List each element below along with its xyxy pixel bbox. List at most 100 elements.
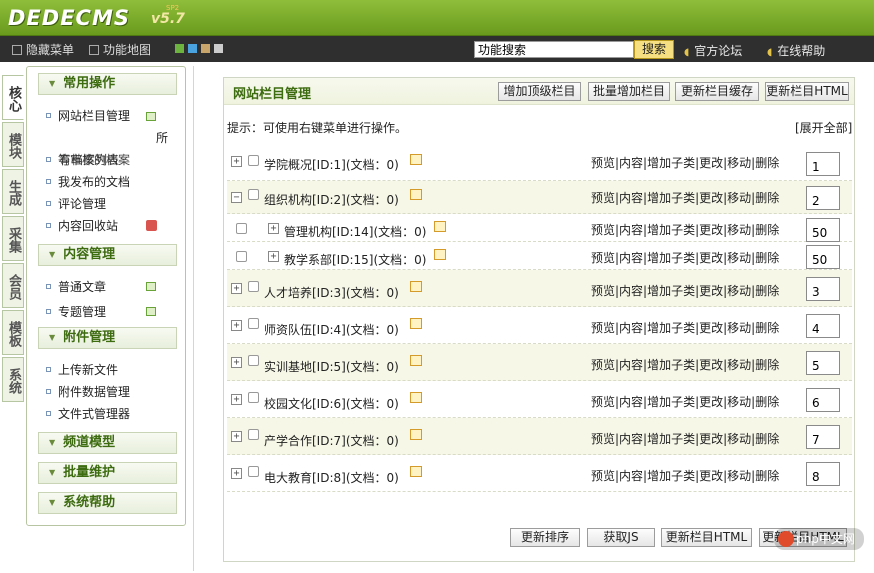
edit-icon[interactable] — [410, 154, 422, 165]
sidebar-item-article[interactable]: 普通文章 — [46, 278, 106, 295]
skin-swatch-brown[interactable] — [201, 44, 210, 53]
expand-icon[interactable]: + — [231, 468, 242, 479]
edit-icon[interactable] — [434, 221, 446, 232]
hide-menu-button[interactable]: 隐藏菜单 — [12, 41, 74, 58]
column-name[interactable]: 组织机构[ID:2](文档：0) — [264, 191, 399, 208]
function-search-input[interactable] — [474, 41, 634, 58]
expand-icon[interactable]: + — [231, 431, 242, 442]
column-name[interactable]: 实训基地[ID:5](文档：0) — [264, 358, 399, 375]
tab-templates[interactable]: 模板 — [2, 310, 24, 355]
row-actions[interactable]: 预览|内容|增加子类|更改|移动|删除 — [591, 467, 779, 484]
sidebar-item-file-manager[interactable]: 文件式管理器 — [46, 405, 130, 422]
tab-members[interactable]: 会员 — [2, 263, 24, 308]
expand-icon[interactable]: + — [231, 156, 242, 167]
sort-order-input[interactable]: 50 — [806, 245, 840, 269]
expand-icon[interactable]: + — [231, 357, 242, 368]
edit-icon[interactable] — [410, 466, 422, 477]
expand-icon[interactable]: + — [268, 223, 279, 234]
sidebar-item-column-manage[interactable]: 网站栏目管理 — [46, 107, 130, 124]
row-checkbox[interactable] — [248, 189, 259, 200]
official-forum-link[interactable]: ◖ 官方论坛 — [684, 42, 742, 59]
function-map-button[interactable]: 功能地图 — [89, 41, 151, 58]
row-actions[interactable]: 预览|内容|增加子类|更改|移动|删除 — [591, 249, 779, 266]
edit-icon[interactable] — [410, 429, 422, 440]
column-name[interactable]: 学院概况[ID:1](文档：0) — [264, 156, 399, 173]
column-name[interactable]: 电大教育[ID:8](文档：0) — [264, 469, 399, 486]
edit-icon[interactable] — [410, 189, 422, 200]
row-actions[interactable]: 预览|内容|增加子类|更改|移动|删除 — [591, 393, 779, 410]
row-checkbox[interactable] — [248, 318, 259, 329]
group-attachments[interactable]: ▼ 附件管理 — [38, 327, 177, 349]
row-checkbox[interactable] — [248, 355, 259, 366]
update-html-button[interactable]: 更新栏目HTML — [661, 528, 752, 547]
expand-icon[interactable]: + — [268, 251, 279, 262]
row-actions[interactable]: 预览|内容|增加子类|更改|移动|删除 — [591, 189, 779, 206]
column-name[interactable]: 管理机构[ID:14](文档：0) — [284, 223, 426, 240]
add-top-column-button[interactable]: 增加顶级栏目 — [498, 82, 581, 101]
row-actions[interactable]: 预览|内容|增加子类|更改|移动|删除 — [591, 154, 779, 171]
add-icon[interactable] — [146, 307, 156, 316]
sidebar-item-all-docs[interactable]: 有档案列表 等审核的档案 — [46, 151, 130, 168]
skin-swatch-gray[interactable] — [214, 44, 223, 53]
clear-icon[interactable] — [146, 220, 157, 231]
search-button[interactable]: 搜索 — [634, 40, 674, 59]
column-name[interactable]: 师资队伍[ID:4](文档：0) — [264, 321, 399, 338]
sort-order-input[interactable]: 5 — [806, 351, 840, 375]
edit-icon[interactable] — [410, 355, 422, 366]
sidebar-item-upload[interactable]: 上传新文件 — [46, 361, 118, 378]
row-checkbox[interactable] — [236, 223, 247, 234]
sort-order-input[interactable]: 2 — [806, 186, 840, 210]
skin-swatch-blue[interactable] — [188, 44, 197, 53]
batch-add-column-button[interactable]: 批量增加栏目 — [588, 82, 670, 101]
group-common-ops[interactable]: ▼ 常用操作 — [38, 73, 177, 95]
tab-system[interactable]: 系统 — [2, 357, 24, 402]
row-checkbox[interactable] — [248, 155, 259, 166]
row-actions[interactable]: 预览|内容|增加子类|更改|移动|删除 — [591, 221, 779, 238]
edit-icon[interactable] — [410, 392, 422, 403]
update-column-html-button[interactable]: 更新栏目HTML — [765, 82, 849, 101]
sort-order-input[interactable]: 4 — [806, 314, 840, 338]
row-checkbox[interactable] — [248, 281, 259, 292]
column-name[interactable]: 人才培养[ID:3](文档：0) — [264, 284, 399, 301]
tab-collect[interactable]: 采集 — [2, 216, 24, 261]
expand-all-link[interactable]: [展开全部] — [795, 119, 852, 136]
add-icon[interactable] — [146, 112, 156, 121]
skin-swatch-green[interactable] — [175, 44, 184, 53]
edit-icon[interactable] — [434, 249, 446, 260]
sort-order-input[interactable]: 7 — [806, 425, 840, 449]
sidebar-item-my-docs[interactable]: 我发布的文档 — [46, 173, 130, 190]
sort-order-input[interactable]: 6 — [806, 388, 840, 412]
column-name[interactable]: 教学系部[ID:15](文档：0) — [284, 251, 426, 268]
sort-order-input[interactable]: 8 — [806, 462, 840, 486]
group-channel-model[interactable]: ▼ 频道模型 — [38, 432, 177, 454]
sidebar-item-comments[interactable]: 评论管理 — [46, 195, 106, 212]
expand-icon[interactable]: + — [231, 394, 242, 405]
edit-icon[interactable] — [410, 281, 422, 292]
group-system-help[interactable]: ▼ 系统帮助 — [38, 492, 177, 514]
tab-modules[interactable]: 模块 — [2, 122, 24, 167]
sort-order-input[interactable]: 3 — [806, 277, 840, 301]
row-checkbox[interactable] — [248, 392, 259, 403]
row-actions[interactable]: 预览|内容|增加子类|更改|移动|删除 — [591, 319, 779, 336]
tab-core[interactable]: 核心 — [2, 75, 24, 120]
row-actions[interactable]: 预览|内容|增加子类|更改|移动|删除 — [591, 430, 779, 447]
group-content-manage[interactable]: ▼ 内容管理 — [38, 244, 177, 266]
row-actions[interactable]: 预览|内容|增加子类|更改|移动|删除 — [591, 282, 779, 299]
group-batch-maintain[interactable]: ▼ 批量维护 — [38, 462, 177, 484]
column-name[interactable]: 校园文化[ID:6](文档：0) — [264, 395, 399, 412]
sort-order-input[interactable]: 1 — [806, 152, 840, 176]
get-js-button[interactable]: 获取JS — [587, 528, 655, 547]
row-checkbox[interactable] — [236, 251, 247, 262]
online-help-link[interactable]: ◖ 在线帮助 — [767, 42, 825, 59]
column-name[interactable]: 产学合作[ID:7](文档：0) — [264, 432, 399, 449]
expand-icon[interactable]: + — [231, 320, 242, 331]
row-checkbox[interactable] — [248, 466, 259, 477]
tab-generate[interactable]: 生成 — [2, 169, 24, 214]
row-actions[interactable]: 预览|内容|增加子类|更改|移动|删除 — [591, 356, 779, 373]
sidebar-item-special[interactable]: 专题管理 — [46, 303, 106, 320]
edit-icon[interactable] — [410, 318, 422, 329]
collapse-icon[interactable]: − — [231, 192, 242, 203]
update-column-cache-button[interactable]: 更新栏目缓存 — [675, 82, 759, 101]
sidebar-item-recycle[interactable]: 内容回收站 — [46, 217, 118, 234]
row-checkbox[interactable] — [248, 429, 259, 440]
